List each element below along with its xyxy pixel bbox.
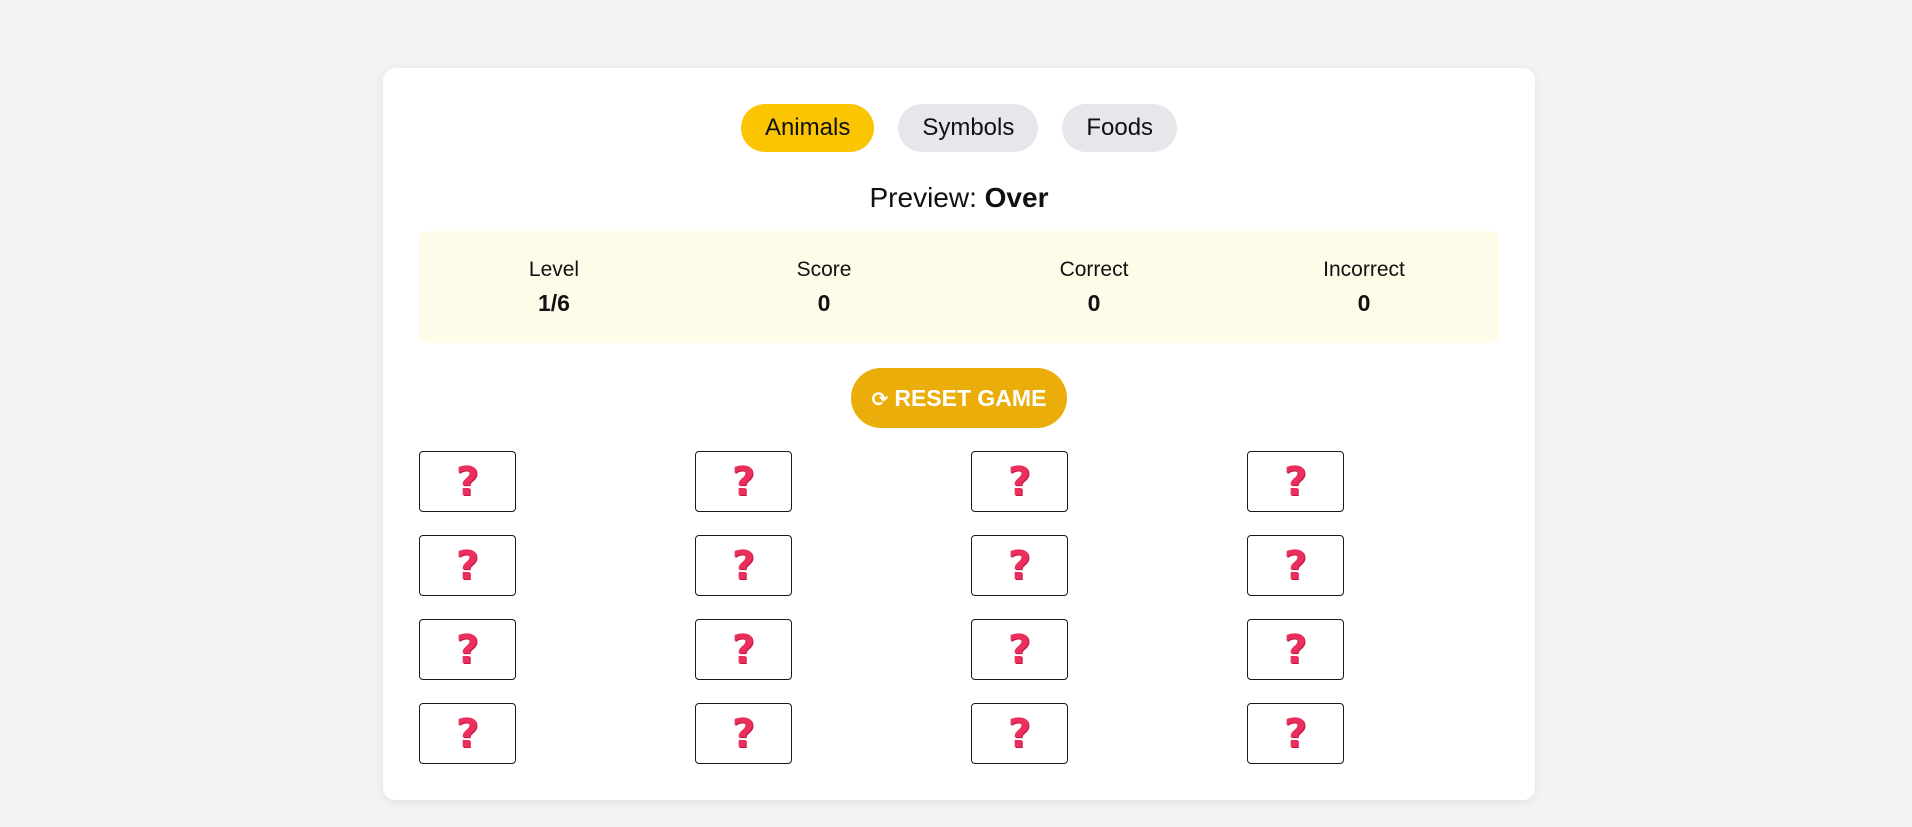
memory-card[interactable]: ?	[695, 619, 792, 680]
question-mark-icon: ?	[731, 542, 756, 589]
stats-panel: Level 1/6 Score 0 Correct 0 Incorrect 0	[419, 231, 1499, 343]
memory-card[interactable]: ?	[695, 703, 792, 764]
memory-card[interactable]: ?	[1247, 619, 1344, 680]
category-tabs: Animals Symbols Foods	[383, 104, 1535, 152]
question-mark-icon: ?	[455, 458, 480, 505]
question-mark-icon: ?	[455, 542, 480, 589]
tab-animals[interactable]: Animals	[740, 104, 875, 152]
stat-score: Score 0	[689, 256, 959, 318]
tab-symbols[interactable]: Symbols	[898, 104, 1039, 152]
reset-game-button[interactable]: ⟳ RESET GAME	[851, 368, 1067, 428]
stat-correct: Correct 0	[959, 256, 1229, 318]
question-mark-icon: ?	[731, 626, 756, 673]
stat-score-label: Score	[796, 258, 852, 281]
memory-card[interactable]: ?	[1247, 535, 1344, 596]
stat-correct-value: 0	[1087, 290, 1101, 316]
memory-card[interactable]: ?	[971, 535, 1068, 596]
stat-level-label: Level	[528, 258, 580, 281]
question-mark-icon: ?	[1007, 542, 1032, 589]
memory-card[interactable]: ?	[695, 535, 792, 596]
memory-card[interactable]: ?	[1247, 451, 1344, 512]
stat-level: Level 1/6	[419, 256, 689, 318]
memory-card[interactable]: ?	[419, 451, 516, 512]
reset-game-label: RESET GAME	[894, 384, 1047, 411]
memory-card[interactable]: ?	[419, 619, 516, 680]
refresh-icon: ⟳	[871, 388, 889, 411]
memory-card[interactable]: ?	[695, 451, 792, 512]
preview-value: Over	[984, 182, 1049, 213]
game-card: Animals Symbols Foods Preview: Over Leve…	[383, 68, 1535, 800]
question-mark-icon: ?	[1007, 626, 1032, 673]
stat-incorrect-value: 0	[1357, 290, 1371, 316]
question-mark-icon: ?	[1283, 710, 1308, 757]
stat-incorrect-label: Incorrect	[1323, 258, 1405, 281]
memory-card[interactable]: ?	[419, 703, 516, 764]
stat-score-value: 0	[817, 290, 831, 316]
question-mark-icon: ?	[1283, 458, 1308, 505]
memory-card[interactable]: ?	[971, 703, 1068, 764]
stat-level-value: 1/6	[538, 290, 570, 316]
tab-foods[interactable]: Foods	[1062, 104, 1178, 152]
question-mark-icon: ?	[1007, 458, 1032, 505]
preview-text: Preview: Over	[383, 180, 1535, 216]
memory-card[interactable]: ?	[971, 451, 1068, 512]
question-mark-icon: ?	[731, 458, 756, 505]
memory-card[interactable]: ?	[971, 619, 1068, 680]
stat-incorrect: Incorrect 0	[1229, 256, 1499, 318]
question-mark-icon: ?	[1007, 710, 1032, 757]
memory-card[interactable]: ?	[419, 535, 516, 596]
memory-card[interactable]: ?	[1247, 703, 1344, 764]
question-mark-icon: ?	[1283, 542, 1308, 589]
question-mark-icon: ?	[455, 710, 480, 757]
question-mark-icon: ?	[455, 626, 480, 673]
question-mark-icon: ?	[731, 710, 756, 757]
card-grid: ????????????????	[419, 451, 1499, 764]
preview-label: Preview:	[869, 182, 977, 213]
stat-correct-label: Correct	[1059, 258, 1129, 281]
question-mark-icon: ?	[1283, 626, 1308, 673]
